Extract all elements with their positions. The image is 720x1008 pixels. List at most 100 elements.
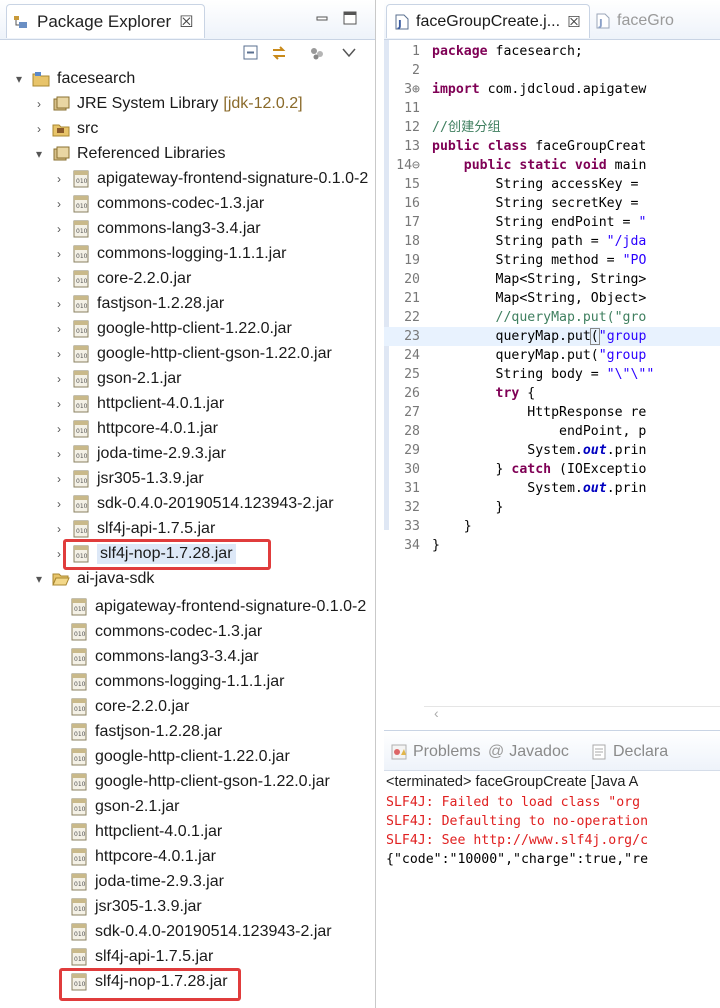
chevron-right-icon[interactable]: › <box>52 422 66 436</box>
tree-jar-item[interactable]: 010 httpclient-4.0.1.jar <box>70 819 222 844</box>
svg-text:010: 010 <box>76 203 88 210</box>
link-with-editor-icon[interactable] <box>268 42 290 64</box>
code-token: "group <box>598 348 647 363</box>
tree-project-facesearch[interactable]: ▾ facesearch <box>12 66 135 91</box>
tree-jar-item[interactable]: › 010 apigateway-frontend-signature-0.1.0-… <box>52 166 368 191</box>
tree-jar-item[interactable]: › 010 httpclient-4.0.1.jar <box>52 391 224 416</box>
tree-jar-item[interactable]: 010 apigateway-frontend-signature-0.1.0-2 <box>70 594 366 619</box>
jar-icon: 010 <box>71 698 87 715</box>
chevron-right-icon[interactable]: › <box>52 372 66 386</box>
code-token: } <box>432 538 440 553</box>
tree-jar-item[interactable]: 010 sdk-0.4.0-20190514.123943-2.jar <box>70 919 332 944</box>
jar-name: fastjson-1.2.28.jar <box>95 722 223 740</box>
chevron-right-icon[interactable]: › <box>52 172 66 186</box>
editor-tab-inactive[interactable]: J faceGro <box>588 4 682 38</box>
jar-name: commons-logging-1.1.1.jar <box>97 244 287 262</box>
tab-problems[interactable]: Problems <box>390 739 481 765</box>
tree-jar-item[interactable]: 010 fastjson-1.2.28.jar <box>70 719 222 744</box>
jar-name: core-2.2.0.jar <box>95 697 190 715</box>
line-number: 18 <box>404 234 420 249</box>
jar-icon: 010 <box>73 345 89 362</box>
tree-jar-item[interactable]: 010 core-2.2.0.jar <box>70 694 189 719</box>
tree-jar-item[interactable]: › 010 google-http-client-1.22.0.jar <box>52 316 292 341</box>
line-number: 34 <box>404 538 420 553</box>
svg-text:010: 010 <box>74 656 86 663</box>
chevron-right-icon[interactable]: › <box>32 97 46 111</box>
line-number: 12 <box>404 120 420 135</box>
tree-jar-item[interactable]: 010 google-http-client-gson-1.22.0.jar <box>70 769 330 794</box>
chevron-right-icon[interactable]: › <box>52 472 66 486</box>
chevron-right-icon[interactable]: › <box>52 497 66 511</box>
tree-jar-item[interactable]: 010 slf4j-api-1.7.5.jar <box>70 944 213 969</box>
jar-name: httpcore-4.0.1.jar <box>97 419 218 437</box>
code-text: Map<String, String> <box>432 270 647 289</box>
chevron-right-icon[interactable]: › <box>32 122 46 136</box>
tree-jar-item[interactable]: › 010 slf4j-api-1.7.5.jar <box>52 516 215 541</box>
tree-jar-item[interactable]: › 010 commons-logging-1.1.1.jar <box>52 241 286 266</box>
minimize-icon[interactable] <box>314 10 330 26</box>
tree-jar-item[interactable]: 010 joda-time-2.9.3.jar <box>70 869 224 894</box>
editor-tab-active[interactable]: J faceGroupCreate.j... ☒ <box>386 4 590 38</box>
tree-jar-item[interactable]: 010 commons-logging-1.1.1.jar <box>70 669 284 694</box>
tree-jar-item[interactable]: › 010 jsr305-1.3.9.jar <box>52 466 204 491</box>
code-text: System.out.prin <box>432 441 646 460</box>
chevron-right-icon[interactable]: › <box>52 322 66 336</box>
tree-jar-item[interactable]: 010 jsr305-1.3.9.jar <box>70 894 202 919</box>
close-icon[interactable]: ☒ <box>179 12 193 32</box>
java-file-icon: J <box>596 13 610 29</box>
chevron-right-icon[interactable]: › <box>52 347 66 361</box>
tree-jar-item[interactable]: 010 google-http-client-1.22.0.jar <box>70 744 290 769</box>
tree-folder-ai-java-sdk[interactable]: ▾ ai-java-sdk <box>32 566 154 591</box>
chevron-down-icon[interactable]: ▾ <box>32 572 46 586</box>
chevron-down-icon[interactable]: ▾ <box>32 147 46 161</box>
maximize-icon[interactable] <box>342 10 358 26</box>
jar-icon: 010 <box>71 948 87 965</box>
tree-jar-item[interactable]: › 010 slf4j-nop-1.7.28.jar <box>52 541 236 566</box>
horizontal-scrollbar[interactable]: ‹ <box>424 705 720 722</box>
code-line: 11 <box>384 99 720 118</box>
chevron-right-icon[interactable]: › <box>52 272 66 286</box>
tree-jar-item[interactable]: › 010 sdk-0.4.0-20190514.123943-2.jar <box>52 491 334 516</box>
filters-icon[interactable] <box>306 42 328 64</box>
tree-jar-item[interactable]: › 010 commons-codec-1.3.jar <box>52 191 264 216</box>
tab-declaration[interactable]: Declara <box>590 739 668 765</box>
chevron-right-icon[interactable]: › <box>52 522 66 536</box>
chevron-right-icon[interactable]: › <box>52 297 66 311</box>
line-number: 2 <box>412 63 420 78</box>
scroll-left-icon[interactable]: ‹ <box>434 705 439 721</box>
close-icon[interactable]: ☒ <box>567 13 580 31</box>
tree-jar-item[interactable]: 010 gson-2.1.jar <box>70 794 180 819</box>
tree-jar-item[interactable]: 010 httpcore-4.0.1.jar <box>70 844 216 869</box>
tree-jar-item[interactable]: › 010 joda-time-2.9.3.jar <box>52 441 226 466</box>
tree-jar-item[interactable]: 010 commons-lang3-3.4.jar <box>70 644 259 669</box>
tree-jar-item[interactable]: › 010 google-http-client-gson-1.22.0.jar <box>52 341 332 366</box>
tree-jar-item[interactable]: › 010 gson-2.1.jar <box>52 366 182 391</box>
tree-jar-item[interactable]: 010 slf4j-nop-1.7.28.jar <box>70 969 228 994</box>
tree-jar-item[interactable]: › 010 core-2.2.0.jar <box>52 266 191 291</box>
editor-text-area[interactable]: 1 package facesearch; 2 3⊕ import com.jdclou… <box>384 40 720 708</box>
chevron-down-icon[interactable]: ▾ <box>12 72 26 86</box>
tree-jre-library[interactable]: › JRE System Library [jdk-12.0.2] <box>32 91 303 116</box>
tree-jar-item[interactable]: › 010 fastjson-1.2.28.jar <box>52 291 224 316</box>
tree-jar-item[interactable]: › 010 httpcore-4.0.1.jar <box>52 416 218 441</box>
package-explorer-toolbar <box>0 40 375 68</box>
tree-referenced-libraries[interactable]: ▾ Referenced Libraries <box>32 141 226 166</box>
chevron-right-icon[interactable]: › <box>52 247 66 261</box>
chevron-right-icon[interactable]: › <box>52 197 66 211</box>
chevron-right-icon[interactable]: › <box>52 547 66 561</box>
package-explorer-tab[interactable]: Package Explorer ☒ <box>6 4 205 38</box>
code-text: } <box>432 536 440 555</box>
chevron-right-icon[interactable]: › <box>52 397 66 411</box>
tab-javadoc[interactable]: @ Javadoc <box>488 739 569 765</box>
tab-label: Declara <box>613 743 669 760</box>
collapse-all-icon[interactable] <box>240 42 262 64</box>
tree-jar-item[interactable]: › 010 commons-lang3-3.4.jar <box>52 216 261 241</box>
view-menu-icon[interactable] <box>338 42 360 64</box>
svg-text:010: 010 <box>74 781 86 788</box>
jar-name: core-2.2.0.jar <box>97 269 192 287</box>
chevron-right-icon[interactable]: › <box>52 447 66 461</box>
chevron-right-icon[interactable]: › <box>52 222 66 236</box>
svg-text:010: 010 <box>76 353 88 360</box>
tree-src-folder[interactable]: › src <box>32 116 98 141</box>
tree-jar-item[interactable]: 010 commons-codec-1.3.jar <box>70 619 262 644</box>
